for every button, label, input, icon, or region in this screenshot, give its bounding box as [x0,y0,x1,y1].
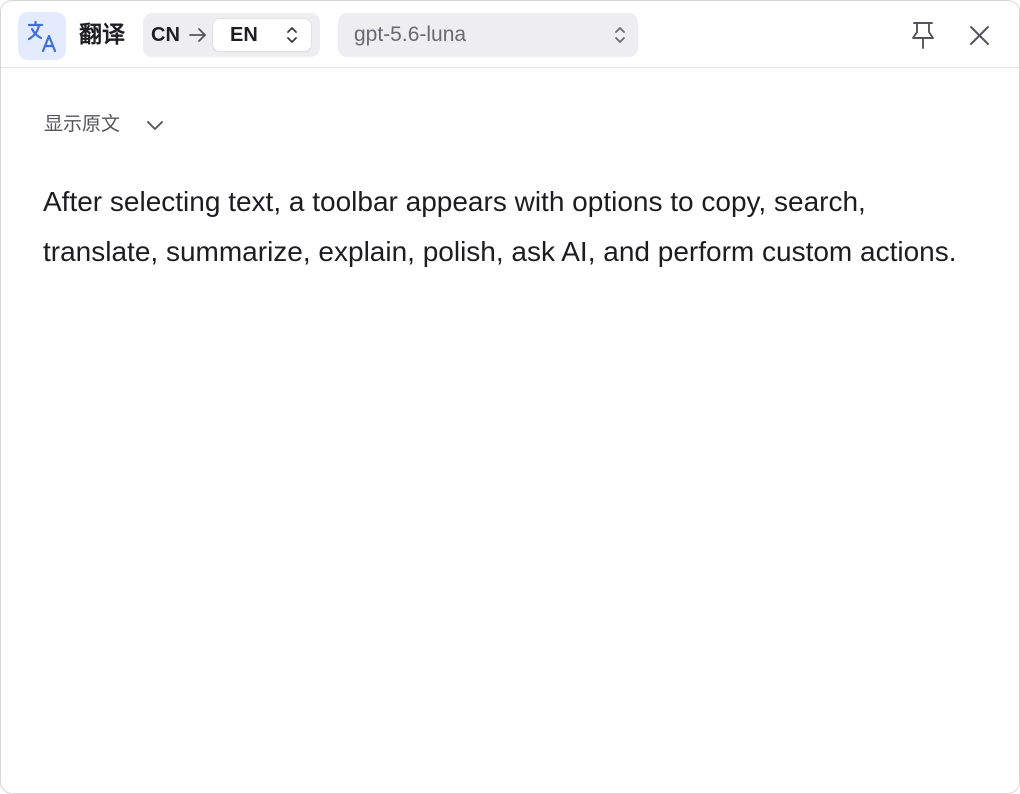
app-title: 翻译 [79,22,125,48]
model-select[interactable]: gpt-5.6-luna [338,13,638,57]
target-language-select[interactable]: EN [213,19,311,51]
pin-button[interactable] [903,15,943,55]
language-pair-selector: CN EN [143,13,320,57]
translate-window: 翻译 CN EN gpt-5.6-luna 显示原文 After selecti… [0,0,1020,794]
close-button[interactable] [960,15,1000,55]
header-bar: 翻译 CN EN gpt-5.6-luna [1,1,1019,68]
translate-icon [18,12,66,60]
model-label: gpt-5.6-luna [354,23,467,46]
close-icon [970,26,989,45]
show-original-label: 显示原文 [44,113,121,135]
arrow-right-icon [189,28,206,42]
translation-result: After selecting text, a toolbar appears … [43,186,957,267]
chevron-down-icon [147,121,163,130]
chevron-up-down-icon [287,27,297,43]
source-language[interactable]: CN [151,22,180,48]
chevron-up-down-icon [615,27,625,43]
pin-icon [912,22,934,49]
target-language-label: EN [230,24,258,46]
